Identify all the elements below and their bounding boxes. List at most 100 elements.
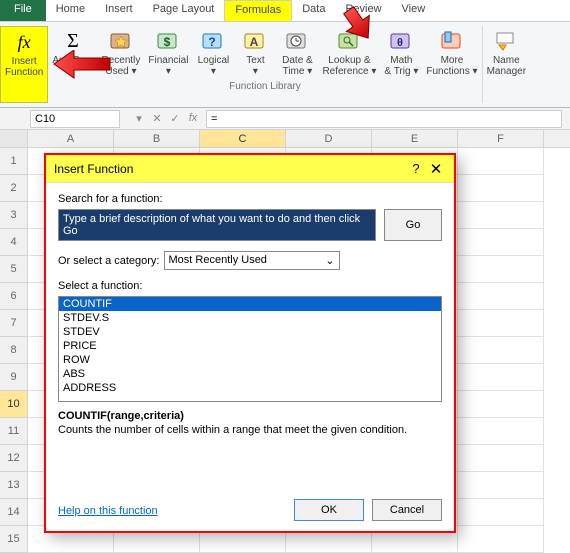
tab-review[interactable]: Review — [335, 0, 391, 21]
cell[interactable] — [458, 364, 544, 391]
go-button[interactable]: Go — [384, 209, 442, 241]
cell[interactable] — [458, 499, 544, 526]
book-question-icon: ? — [201, 29, 225, 53]
tab-data[interactable]: Data — [292, 0, 335, 21]
lookup-reference-button[interactable]: Lookup & Reference ▾ — [318, 26, 380, 80]
column-header[interactable]: C — [200, 130, 286, 147]
help-link[interactable]: Help on this function — [58, 505, 158, 517]
chevron-down-icon: ▾ — [253, 66, 258, 77]
function-list-item[interactable]: ABS — [59, 367, 441, 381]
cancel-button[interactable]: Cancel — [372, 499, 442, 521]
row-header[interactable]: 5 — [0, 256, 28, 283]
row-header[interactable]: 6 — [0, 283, 28, 310]
column-header[interactable]: D — [286, 130, 372, 147]
date-time-button[interactable]: Date & Time ▾ — [276, 26, 318, 80]
row-header[interactable]: 12 — [0, 445, 28, 472]
cell[interactable] — [458, 229, 544, 256]
sigma-icon: Σ — [61, 29, 85, 53]
formula-bar: C10 ▾ ✕ ✓ fx = — [0, 108, 570, 130]
cell[interactable] — [458, 418, 544, 445]
fx-icon[interactable]: fx — [186, 112, 200, 125]
row-header[interactable]: 1 — [0, 148, 28, 175]
cell[interactable] — [458, 391, 544, 418]
chevron-down-icon: ▾ — [166, 66, 171, 77]
row-header[interactable]: 8 — [0, 337, 28, 364]
row-header[interactable]: 14 — [0, 499, 28, 526]
tab-insert[interactable]: Insert — [95, 0, 143, 21]
row-header[interactable]: 7 — [0, 310, 28, 337]
chevron-down-icon: ▾ — [413, 66, 418, 77]
name-manager-button[interactable]: Name Manager — [483, 26, 530, 103]
row-header[interactable]: 15 — [0, 526, 28, 553]
name-manager-label: Name Manager — [487, 55, 526, 77]
column-header[interactable]: B — [114, 130, 200, 147]
formula-input[interactable]: = — [206, 110, 562, 128]
row-header[interactable]: 10 — [0, 391, 28, 418]
dialog-help-icon[interactable]: ? — [406, 161, 426, 176]
cell[interactable] — [458, 202, 544, 229]
cell[interactable] — [458, 337, 544, 364]
tab-formulas[interactable]: Formulas — [224, 0, 292, 21]
dialog-close-icon[interactable]: ✕ — [426, 160, 446, 178]
tab-page-layout[interactable]: Page Layout — [143, 0, 225, 21]
svg-text:?: ? — [209, 35, 216, 49]
column-header[interactable]: F — [458, 130, 544, 147]
cell[interactable] — [458, 148, 544, 175]
ribbon: fx Insert Function Σ AutoSum▾ Recently U… — [0, 22, 570, 108]
column-header[interactable]: A — [28, 130, 114, 147]
select-all-corner[interactable] — [0, 130, 28, 147]
cell[interactable] — [458, 256, 544, 283]
function-list-item[interactable]: STDEV — [59, 325, 441, 339]
name-box-dropdown-icon[interactable]: ▾ — [132, 112, 146, 125]
search-input[interactable]: Type a brief description of what you wan… — [58, 209, 376, 241]
insert-function-button[interactable]: fx Insert Function — [0, 26, 48, 103]
more-functions-button[interactable]: More Functions ▾ — [422, 26, 481, 80]
cell[interactable] — [458, 445, 544, 472]
cell[interactable] — [458, 526, 544, 553]
function-list-item[interactable]: STDEV.S — [59, 311, 441, 325]
cell[interactable] — [458, 283, 544, 310]
tab-file[interactable]: File — [0, 0, 46, 21]
function-list-item[interactable]: ROW — [59, 353, 441, 367]
autosum-button[interactable]: Σ AutoSum▾ — [48, 26, 97, 80]
column-header[interactable]: E — [372, 130, 458, 147]
row-header[interactable]: 2 — [0, 175, 28, 202]
text-button[interactable]: A Text▾ — [234, 26, 276, 80]
svg-text:θ: θ — [397, 37, 403, 49]
function-list-item[interactable]: PRICE — [59, 339, 441, 353]
row-header[interactable]: 3 — [0, 202, 28, 229]
function-signature: COUNTIF(range,criteria) — [58, 410, 442, 422]
book-clock-icon — [285, 29, 309, 53]
book-dollar-icon: $ — [156, 29, 180, 53]
name-box[interactable]: C10 — [30, 110, 120, 128]
row-header[interactable]: 13 — [0, 472, 28, 499]
svg-text:$: $ — [164, 35, 171, 49]
function-list-item[interactable]: ADDRESS — [59, 381, 441, 395]
category-value: Most Recently Used — [169, 254, 267, 267]
category-select[interactable]: Most Recently Used ⌄ — [164, 251, 340, 270]
book-a-icon: A — [243, 29, 267, 53]
row-header[interactable]: 11 — [0, 418, 28, 445]
row-header[interactable]: 4 — [0, 229, 28, 256]
row-header[interactable]: 9 — [0, 364, 28, 391]
tab-home[interactable]: Home — [46, 0, 95, 21]
cell[interactable] — [458, 310, 544, 337]
cancel-formula-icon[interactable]: ✕ — [150, 112, 164, 125]
chevron-down-icon: ▾ — [132, 66, 137, 77]
ribbon-tabs: File Home Insert Page Layout Formulas Da… — [0, 0, 570, 22]
recently-used-button[interactable]: Recently Used ▾ — [98, 26, 145, 80]
ok-button[interactable]: OK — [294, 499, 364, 521]
enter-formula-icon[interactable]: ✓ — [168, 112, 182, 125]
autosum-label: AutoSum — [52, 55, 93, 66]
function-list-item[interactable]: COUNTIF — [59, 297, 441, 311]
logical-button[interactable]: ? Logical▾ — [192, 26, 234, 80]
tab-view[interactable]: View — [392, 0, 436, 21]
dialog-title: Insert Function — [54, 162, 406, 176]
financial-button[interactable]: $ Financial▾ — [144, 26, 192, 80]
cell[interactable] — [458, 175, 544, 202]
math-trig-button[interactable]: θ Math & Trig ▾ — [380, 26, 422, 80]
fx-icon: fx — [12, 30, 36, 54]
text-label: Text — [246, 55, 264, 66]
cell[interactable] — [458, 472, 544, 499]
function-list[interactable]: COUNTIFSTDEV.SSTDEVPRICEROWABSADDRESS — [58, 296, 442, 402]
